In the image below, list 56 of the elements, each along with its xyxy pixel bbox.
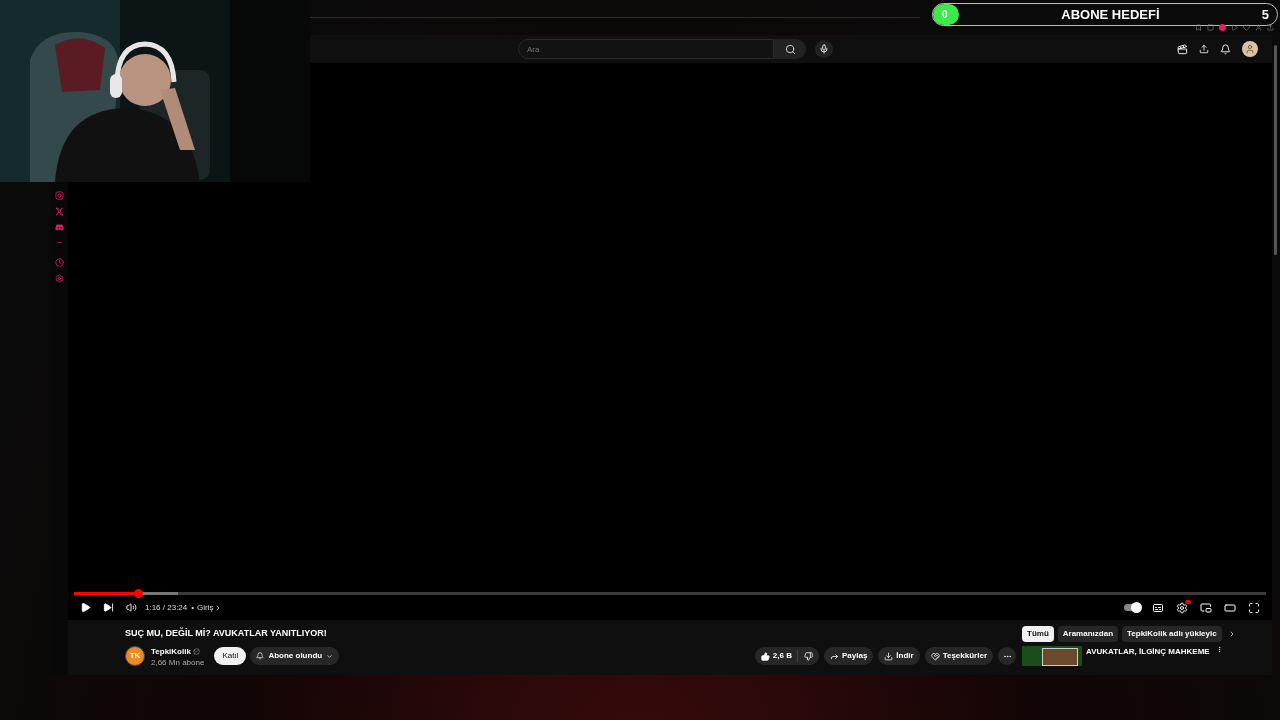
notifications-icon[interactable] — [1220, 43, 1231, 55]
join-button[interactable]: Katıl — [214, 647, 247, 665]
thumbnail[interactable] — [1022, 646, 1082, 666]
volume-icon[interactable] — [126, 602, 137, 613]
heart-icon[interactable] — [1243, 24, 1250, 31]
progress-track[interactable] — [74, 592, 1266, 595]
mic-icon — [819, 44, 829, 54]
time-display: 1:16 / 23:24 — [145, 601, 188, 614]
next-icon[interactable] — [103, 602, 114, 613]
upload-icon[interactable] — [1199, 44, 1209, 54]
search-button[interactable] — [774, 39, 806, 59]
goal-current: 0 — [942, 8, 948, 22]
filter-chip[interactable]: Tümü — [1022, 626, 1054, 642]
minus-icon — [55, 239, 63, 246]
x-icon[interactable] — [54, 207, 64, 216]
theater-icon[interactable] — [1224, 601, 1236, 614]
subscribed-button[interactable]: Abone olundu — [250, 647, 340, 665]
autoplay-toggle[interactable] — [1124, 604, 1140, 611]
clock-icon[interactable] — [54, 258, 64, 267]
scrubber-handle[interactable] — [134, 589, 144, 598]
dislike-icon[interactable] — [803, 651, 813, 661]
subscriber-count: 2,66 Mn abone — [151, 657, 205, 667]
fullscreen-icon[interactable] — [1248, 601, 1260, 614]
upload-icon[interactable] — [1267, 24, 1274, 31]
goal-label: ABONE HEDEFİ — [1060, 5, 1161, 24]
heart-hand-icon — [930, 651, 940, 661]
bell-icon — [256, 652, 265, 660]
filter-chip[interactable]: Aramanızdan — [1057, 626, 1118, 642]
share-button[interactable]: Paylaş — [823, 647, 874, 665]
create-icon[interactable] — [1177, 43, 1188, 55]
filter-chip[interactable]: TepkiKolik adlı yükleyic — [1122, 626, 1222, 642]
chapter-link[interactable]: Giriş — [197, 601, 222, 614]
download-icon — [884, 651, 894, 661]
recommendation-title[interactable]: AVUKATLAR, İLGİNÇ MAHKEME — [1086, 646, 1210, 658]
miniplayer-icon[interactable] — [1200, 601, 1212, 614]
like-count: 2,6 B — [772, 650, 792, 662]
like-icon — [760, 651, 770, 661]
mic-button[interactable] — [815, 40, 833, 58]
avatar[interactable] — [1242, 41, 1258, 57]
instagram-icon[interactable] — [54, 191, 64, 200]
download-button[interactable]: İndir — [878, 647, 920, 665]
chevron-down-icon — [326, 652, 334, 660]
separator-dot: • — [191, 601, 195, 614]
subtitles-icon[interactable] — [1152, 601, 1164, 614]
user-icon[interactable] — [1255, 24, 1262, 31]
discord-icon[interactable] — [54, 223, 64, 232]
goal-target: 5 — [1261, 5, 1269, 24]
play-icon[interactable] — [1231, 24, 1238, 31]
share-icon — [829, 651, 839, 661]
bookmark-icon[interactable] — [1195, 24, 1202, 31]
like-dislike-button[interactable]: 2,6 B — [754, 647, 819, 665]
search-field[interactable]: Ara — [518, 39, 774, 59]
channel-name[interactable]: TepkiKolik — [151, 645, 191, 658]
search-icon — [784, 43, 796, 55]
thanks-button[interactable]: Teşekkürler — [924, 647, 993, 665]
video-title: SUÇ MU, DEĞİL Mİ? AVUKATLAR YANITLIYOR! — [125, 627, 328, 640]
